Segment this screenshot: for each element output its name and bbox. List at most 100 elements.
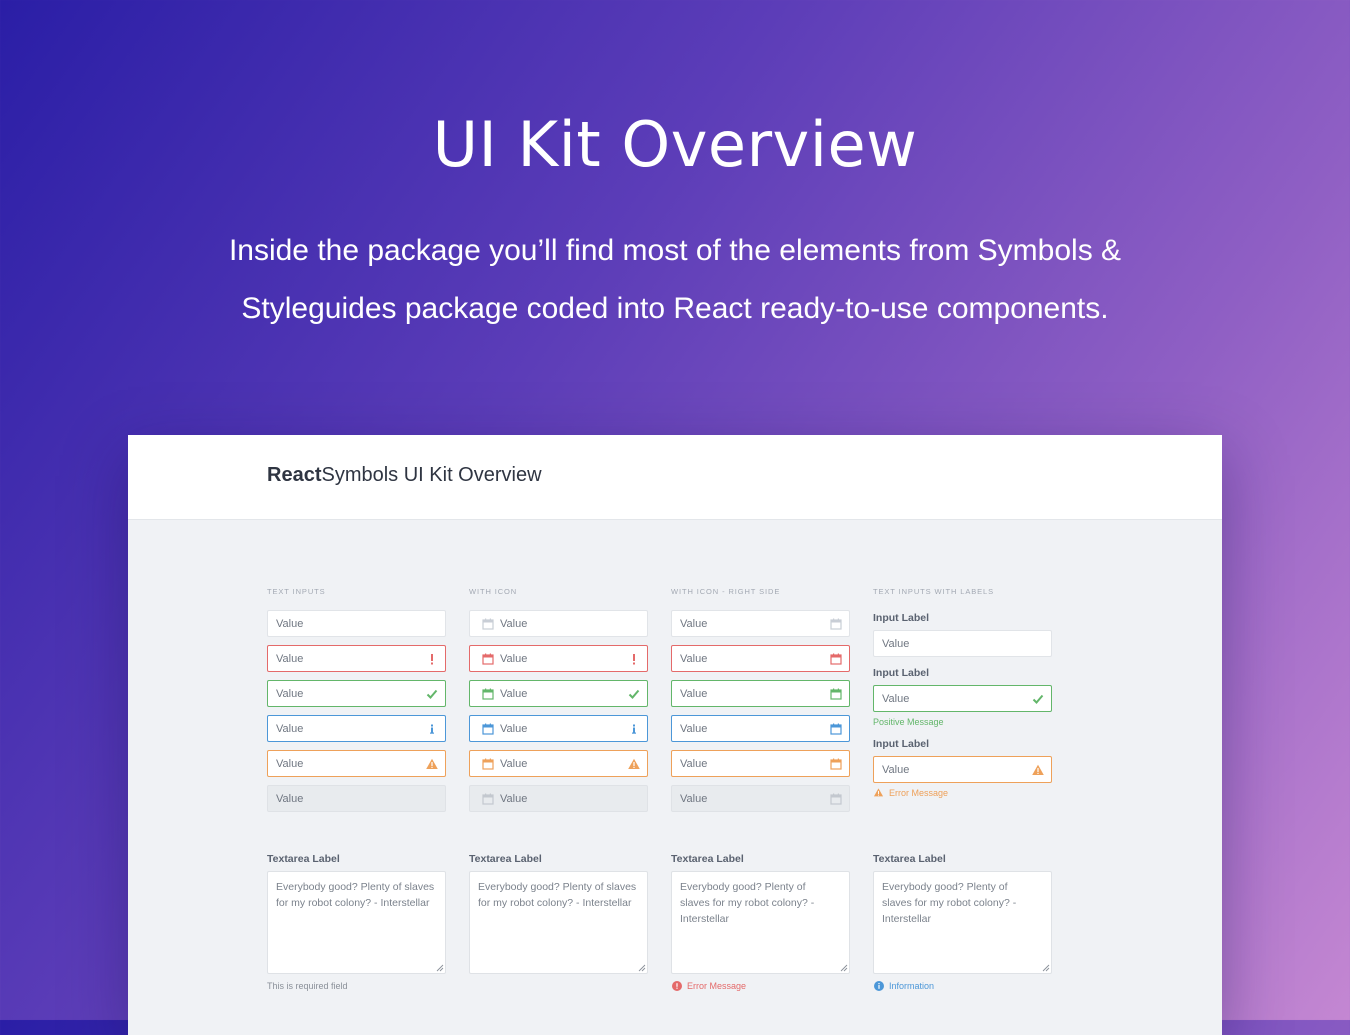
resize-grip-icon[interactable]: [1042, 964, 1050, 972]
labeled-input-default[interactable]: Value: [873, 630, 1052, 657]
icon-input-disabled: Value: [469, 785, 648, 812]
text-input-error[interactable]: Value: [267, 645, 446, 672]
warning-error-message: Error Message: [889, 788, 949, 798]
right-icon-input-success[interactable]: Value: [671, 680, 850, 707]
input-label: Input Label: [873, 738, 929, 750]
input-value: Value: [500, 653, 528, 665]
ui-kit-panel: ReactSymbols UI Kit Overview TEXT INPUTS…: [128, 435, 1222, 1035]
hero-subtitle: Inside the package you’ll find most of t…: [228, 234, 1122, 325]
check-icon: [628, 689, 640, 699]
textarea-label: Textarea Label: [671, 853, 744, 865]
labeled-input-warning[interactable]: Value: [873, 756, 1052, 783]
right-icon-input-default[interactable]: Value: [671, 610, 850, 637]
calendar-icon: [482, 723, 494, 735]
input-value: Value: [882, 693, 910, 705]
icon-input-warning[interactable]: Value: [469, 750, 648, 777]
textarea-error[interactable]: Everybody good? Plenty of slaves for my …: [671, 871, 850, 974]
text-input-warning[interactable]: Value: [267, 750, 446, 777]
textarea-text: Everybody good? Plenty of slaves for my …: [680, 881, 815, 925]
input-value: Value: [500, 688, 528, 700]
input-value: Value: [680, 723, 708, 735]
icon-input-info[interactable]: Value: [469, 715, 648, 742]
input-value: Value: [680, 793, 708, 805]
input-value: Value: [500, 793, 528, 805]
check-icon: [1032, 694, 1044, 704]
input-value: Value: [500, 723, 528, 735]
textarea-required-hint: This is required field: [267, 981, 348, 991]
input-value: Value: [680, 653, 708, 665]
icon-input-success[interactable]: Value: [469, 680, 648, 707]
textarea-text: Everybody good? Plenty of slaves for my …: [478, 881, 637, 909]
input-value: Value: [680, 618, 708, 630]
exclamation-icon: [633, 654, 635, 665]
input-value: Value: [276, 618, 304, 630]
input-label: Input Label: [873, 667, 929, 679]
info-circle-icon: [874, 981, 884, 991]
calendar-icon: [482, 688, 494, 700]
input-value: Value: [680, 758, 708, 770]
right-icon-input-info[interactable]: Value: [671, 715, 850, 742]
warning-icon: [426, 758, 438, 769]
right-icon-input-warning[interactable]: Value: [671, 750, 850, 777]
text-input-info[interactable]: Value: [267, 715, 446, 742]
panel-header: ReactSymbols UI Kit Overview: [128, 435, 1222, 520]
text-input-default[interactable]: Value: [267, 610, 446, 637]
input-value: Value: [276, 793, 304, 805]
labeled-input-success[interactable]: Value: [873, 685, 1052, 712]
check-icon: [426, 689, 438, 699]
brand-bold: React: [267, 464, 322, 486]
calendar-icon: [482, 793, 494, 805]
input-value: Value: [882, 764, 910, 776]
textarea-information: Information: [889, 981, 935, 991]
resize-grip-icon[interactable]: [840, 964, 848, 972]
input-value: Value: [276, 723, 304, 735]
calendar-icon: [482, 653, 494, 665]
brand-title: ReactSymbols UI Kit Overview: [267, 464, 542, 487]
section-label-text-inputs: TEXT INPUTS: [267, 587, 326, 596]
textarea-label: Textarea Label: [873, 853, 946, 865]
calendar-icon: [482, 758, 494, 770]
input-value: Value: [276, 653, 304, 665]
textarea-disabled: Everybody good? Plenty of slaves for my …: [469, 871, 648, 974]
input-value: Value: [276, 758, 304, 770]
resize-grip-icon: [638, 964, 646, 972]
text-input-disabled: Value: [267, 785, 446, 812]
calendar-icon: [830, 618, 842, 630]
icon-input-default[interactable]: Value: [469, 610, 648, 637]
text-input-success[interactable]: Value: [267, 680, 446, 707]
calendar-icon: [830, 653, 842, 665]
right-icon-input-disabled: Value: [671, 785, 850, 812]
hero-title: UI Kit Overview: [432, 108, 918, 181]
textarea-label: Textarea Label: [469, 853, 542, 865]
textarea-error-message: Error Message: [687, 981, 747, 991]
textarea-info[interactable]: Everybody good? Plenty of slaves for my …: [873, 871, 1052, 974]
warning-icon: [628, 758, 640, 769]
resize-grip-icon[interactable]: [436, 964, 444, 972]
calendar-icon: [830, 793, 842, 805]
input-label: Input Label: [873, 612, 929, 624]
warning-icon: [873, 788, 884, 797]
input-value: Value: [276, 688, 304, 700]
input-value: Value: [882, 638, 910, 650]
brand-rest: Symbols UI Kit Overview: [321, 464, 542, 486]
textarea-label: Textarea Label: [267, 853, 340, 865]
info-icon: [430, 724, 434, 734]
section-label-with-labels: TEXT INPUTS WITH LABELS: [873, 587, 994, 596]
icon-input-error[interactable]: Value: [469, 645, 648, 672]
section-label-with-icon-right: WITH ICON - RIGHT SIDE: [671, 587, 781, 596]
calendar-icon: [830, 723, 842, 735]
input-value: Value: [500, 618, 528, 630]
calendar-icon: [830, 758, 842, 770]
input-value: Value: [500, 758, 528, 770]
error-circle-icon: [672, 981, 682, 991]
textarea-text: Everybody good? Plenty of slaves for my …: [882, 881, 1017, 925]
calendar-icon: [830, 688, 842, 700]
right-icon-input-error[interactable]: Value: [671, 645, 850, 672]
calendar-icon: [482, 618, 494, 630]
exclamation-icon: [431, 654, 433, 665]
section-label-with-icon: WITH ICON: [469, 587, 518, 596]
textarea-text: Everybody good? Plenty of slaves for my …: [276, 881, 435, 909]
textarea-default[interactable]: Everybody good? Plenty of slaves for my …: [267, 871, 446, 974]
input-value: Value: [680, 688, 708, 700]
positive-message: Positive Message: [873, 717, 944, 727]
